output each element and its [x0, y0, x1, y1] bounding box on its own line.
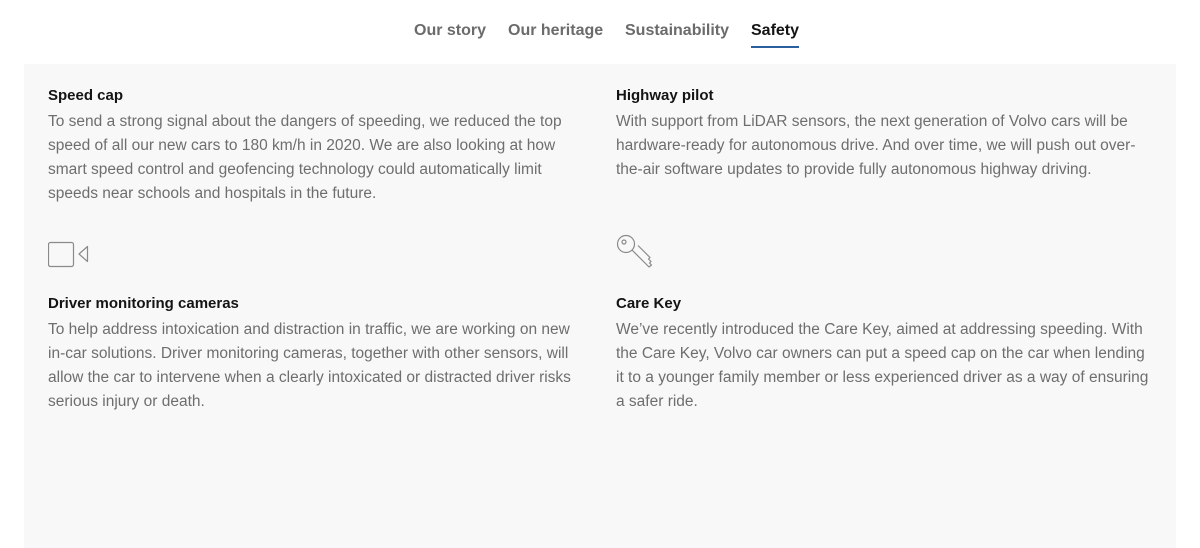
tab-our-heritage[interactable]: Our heritage: [508, 21, 603, 41]
feature-title: Speed cap: [48, 87, 124, 104]
section-tabs: Our story Our heritage Sustainability Sa…: [0, 0, 1200, 64]
feature-card-highway-pilot: Highway pilot With support from LiDAR se…: [616, 86, 1156, 182]
feature-description: To help address intoxication and distrac…: [48, 321, 571, 410]
tab-sustainability[interactable]: Sustainability: [625, 21, 729, 41]
feature-card-driver-monitoring: Driver monitoring cameras To help addres…: [48, 294, 588, 414]
video-camera-icon: [47, 240, 90, 273]
tab-our-story[interactable]: Our story: [414, 21, 486, 41]
tab-safety[interactable]: Safety: [751, 21, 800, 48]
feature-description: We’ve recently introduced the Care Key, …: [616, 321, 1149, 410]
feature-description: With support from LiDAR sensors, the nex…: [616, 113, 1136, 178]
feature-description: To send a strong signal about the danger…: [48, 113, 562, 202]
key-icon: [616, 234, 656, 277]
feature-title: Care Key: [616, 295, 682, 312]
feature-title: Highway pilot: [616, 87, 714, 104]
feature-card-care-key: Care Key We’ve recently introduced the C…: [616, 294, 1156, 414]
feature-card-speed-cap: Speed cap To send a strong signal about …: [48, 86, 588, 206]
safety-features-panel: Speed cap To send a strong signal about …: [24, 64, 1176, 548]
feature-title: Driver monitoring cameras: [48, 295, 239, 312]
